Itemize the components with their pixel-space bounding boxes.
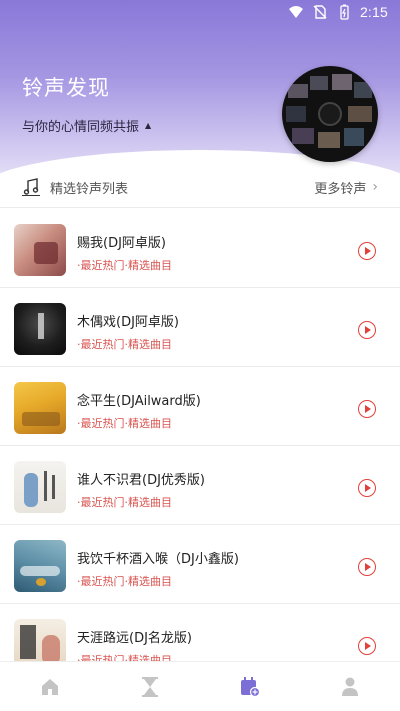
- divider: [0, 207, 400, 208]
- song-title: 我饮千杯酒入喉（DJ小鑫版): [77, 552, 239, 567]
- play-icon: [365, 405, 371, 413]
- song-title: 赐我(DJ阿卓版): [77, 236, 166, 251]
- play-button[interactable]: [358, 558, 376, 576]
- list-item[interactable]: 谁人不识君(DJ优秀版) ·最近热门·精选曲目: [0, 446, 400, 525]
- play-icon: [365, 247, 371, 255]
- featured-disc-image[interactable]: [282, 66, 378, 162]
- home-icon: [42, 678, 58, 695]
- album-cover: [14, 382, 66, 434]
- page-subtitle: 与你的心情同频共振 ▲: [22, 116, 151, 135]
- nav-hourglass[interactable]: [120, 667, 180, 707]
- song-tags: ·最近热门·精选曲目: [77, 259, 172, 272]
- music-note-icon: [22, 178, 40, 196]
- list-item[interactable]: 念平生(DJAilward版) ·最近热门·精选曲目: [0, 367, 400, 446]
- user-icon: [342, 677, 358, 696]
- play-button[interactable]: [358, 321, 376, 339]
- ringtone-list: 赐我(DJ阿卓版) ·最近热门·精选曲目 木偶戏(DJ阿卓版) ·最近热门·精选…: [0, 209, 400, 683]
- nav-home[interactable]: [20, 667, 80, 707]
- wifi-icon: [288, 6, 303, 18]
- nav-calendar[interactable]: [220, 667, 280, 707]
- song-tags: ·最近热门·精选曲目: [77, 338, 172, 351]
- album-cover: [14, 224, 66, 276]
- album-cover: [14, 461, 66, 513]
- battery-icon: [340, 4, 349, 20]
- chevron-right-icon: ›: [372, 179, 378, 195]
- song-tags: ·最近热门·精选曲目: [77, 575, 172, 588]
- song-tags: ·最近热门·精选曲目: [77, 496, 172, 509]
- page-title: 铃声发现: [22, 76, 110, 100]
- song-tags: ·最近热门·精选曲目: [77, 417, 172, 430]
- list-item[interactable]: 我饮千杯酒入喉（DJ小鑫版) ·最近热门·精选曲目: [0, 525, 400, 604]
- song-title: 谁人不识君(DJ优秀版): [77, 473, 205, 488]
- no-sim-icon: [313, 5, 327, 19]
- song-title: 天涯路远(DJ名龙版): [77, 631, 192, 646]
- song-title: 木偶戏(DJ阿卓版): [77, 315, 179, 330]
- play-button[interactable]: [358, 400, 376, 418]
- album-cover: [14, 303, 66, 355]
- more-ringtones-label: 更多铃声: [314, 181, 367, 197]
- nav-profile[interactable]: [320, 667, 380, 707]
- play-icon: [365, 563, 371, 571]
- subtitle-text: 与你的心情同频共振: [22, 120, 140, 135]
- section-title: 精选铃声列表: [50, 181, 129, 197]
- status-bar: 2:15: [0, 0, 400, 24]
- section-header: 精选铃声列表 更多铃声 ›: [0, 170, 400, 204]
- play-button[interactable]: [358, 242, 376, 260]
- calendar-add-icon: [241, 676, 260, 697]
- list-item[interactable]: 木偶戏(DJ阿卓版) ·最近热门·精选曲目: [0, 288, 400, 367]
- song-title: 念平生(DJAilward版): [77, 394, 201, 409]
- play-icon: [365, 642, 371, 650]
- caret-up-icon: ▲: [145, 121, 152, 130]
- play-button[interactable]: [358, 637, 376, 655]
- more-ringtones-link[interactable]: 更多铃声 ›: [314, 178, 378, 197]
- list-item[interactable]: 赐我(DJ阿卓版) ·最近热门·精选曲目: [0, 209, 400, 288]
- status-time: 2:15: [359, 4, 388, 20]
- bottom-nav: [0, 661, 400, 711]
- album-cover: [14, 540, 66, 592]
- hourglass-icon: [142, 676, 158, 697]
- play-icon: [365, 484, 371, 492]
- play-button[interactable]: [358, 479, 376, 497]
- play-icon: [365, 326, 371, 334]
